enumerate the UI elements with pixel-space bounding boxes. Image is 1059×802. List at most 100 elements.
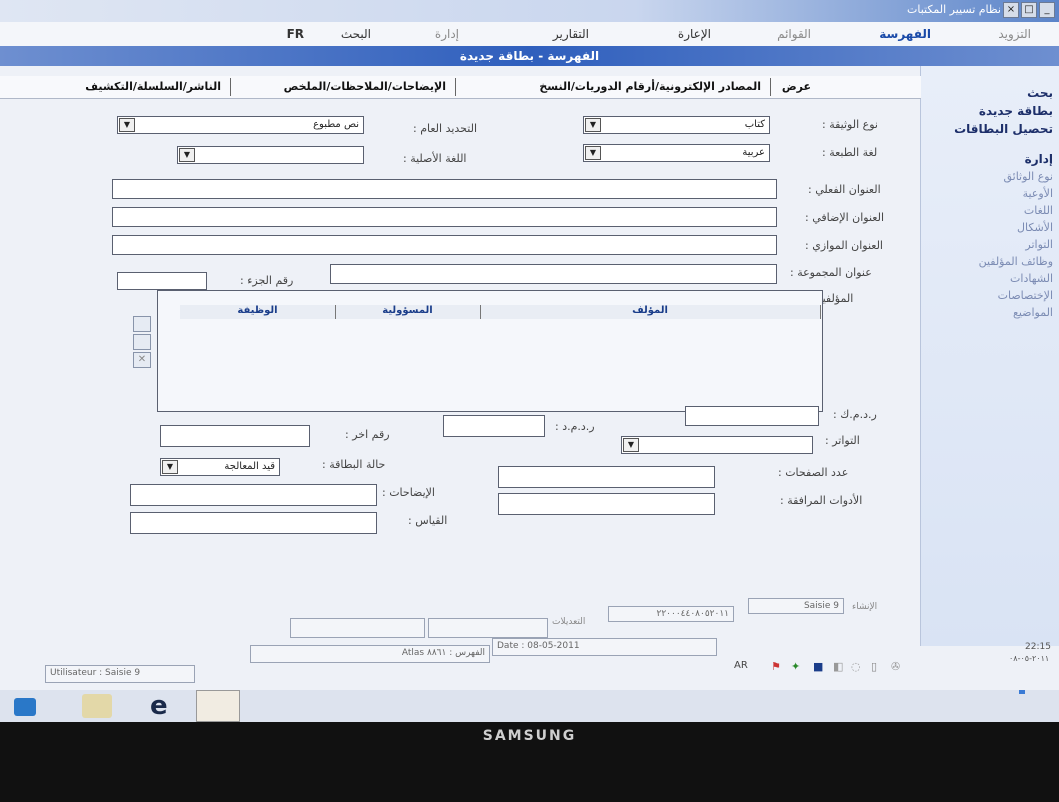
- clock-time: 22:15: [1025, 642, 1051, 652]
- taskbar: e: [0, 690, 1059, 722]
- orig-lang-label: اللغة الأصلية :: [403, 152, 467, 165]
- menu-lists[interactable]: القوائم: [777, 27, 811, 41]
- tab-notes[interactable]: الإيضاحات/الملاحظات/الملخص: [284, 80, 446, 93]
- doc-type-label: نوع الوثيقة :: [822, 118, 878, 131]
- power-led: [1019, 690, 1025, 694]
- volume-icon[interactable]: ◧: [833, 660, 843, 673]
- accompanying-input[interactable]: [498, 493, 715, 515]
- sidebar-item-specialties[interactable]: الإختصاصات: [921, 287, 1059, 304]
- sidebar-new-card[interactable]: بطاقة جديدة: [921, 102, 1059, 120]
- edition-lang-label: لغة الطبعة :: [822, 146, 878, 159]
- menu-search[interactable]: البحث: [341, 27, 371, 41]
- sidebar-item-containers[interactable]: الأوعية: [921, 185, 1059, 202]
- delete-row-icon[interactable]: ✕: [133, 352, 151, 368]
- rdmk-input[interactable]: [685, 406, 819, 426]
- chevron-down-icon[interactable]: ▼: [119, 118, 135, 132]
- part-number-input[interactable]: [117, 272, 207, 290]
- chevron-down-icon[interactable]: ▼: [623, 438, 639, 452]
- illustrations-input[interactable]: [130, 484, 377, 506]
- grid-header-author[interactable]: المؤلف: [480, 305, 821, 319]
- status-field: [290, 618, 425, 638]
- collection-title-label: عنوان المجموعة :: [790, 266, 872, 279]
- menu-lending[interactable]: الإعارة: [678, 27, 711, 41]
- maximize-icon[interactable]: □: [1021, 2, 1037, 18]
- menu-admin[interactable]: إدارة: [435, 27, 459, 41]
- sidebar-item-languages[interactable]: اللغات: [921, 202, 1059, 219]
- pages-label: عدد الصفحات :: [778, 466, 849, 479]
- measures-input[interactable]: [130, 512, 377, 534]
- created-user: Saisie 9: [748, 598, 844, 614]
- illustrations-label: الإيضاحات :: [382, 486, 435, 499]
- browser-icon[interactable]: e: [150, 692, 168, 720]
- sidebar-admin[interactable]: إدارة: [921, 150, 1059, 168]
- menu-supply[interactable]: التزويد: [998, 27, 1031, 41]
- card-state-label: حالة البطاقة :: [322, 458, 386, 471]
- sidebar-item-doc-types[interactable]: نوع الوثائق: [921, 168, 1059, 185]
- parallel-title-input[interactable]: [112, 235, 777, 255]
- window-title: نظام تسيير المكتبات: [906, 3, 1001, 16]
- record-code: ٢٢٠٠٠٤٤٠٨٠٥٢٠١١: [608, 606, 734, 622]
- extra-title-input[interactable]: [112, 207, 777, 227]
- rdmd-label: ر.د.م.د :: [555, 420, 595, 433]
- doc-type-select[interactable]: كتاب ▼: [583, 116, 770, 134]
- pages-input[interactable]: [498, 466, 715, 488]
- grid-header-responsibility[interactable]: المسؤولية: [335, 305, 481, 319]
- tab-publisher[interactable]: الناشر/السلسلة/التكشيف: [85, 80, 221, 93]
- sidebar-item-forms[interactable]: الأشكال: [921, 219, 1059, 236]
- card-state-select[interactable]: قيد المعالجة ▼: [160, 458, 280, 476]
- security-icon[interactable]: ■: [813, 660, 823, 673]
- date-display: Date : 08-05-2011: [492, 638, 717, 656]
- actual-title-input[interactable]: [112, 179, 777, 199]
- system-tray: AR ⚑ ✦ ■ ◧ ◌ ▯ ✇ 22:15 ٢٠١١-٠٥-٠٨: [709, 640, 1059, 673]
- authors-grid[interactable]: المؤلف المسؤولية الوظيفة: [157, 290, 823, 412]
- edition-lang-select[interactable]: عربية ▼: [583, 144, 770, 162]
- general-select[interactable]: نص مطبوع ▼: [117, 116, 364, 134]
- chevron-down-icon[interactable]: ▼: [585, 118, 601, 132]
- created-label: الإنشاء: [852, 602, 878, 612]
- add-row-icon[interactable]: [133, 316, 151, 332]
- sidebar-item-subjects[interactable]: المواضيع: [921, 304, 1059, 321]
- menu-reports[interactable]: التقارير: [553, 27, 589, 41]
- menu-catalog[interactable]: الفهرسة: [879, 27, 931, 41]
- rdmd-input[interactable]: [443, 415, 545, 437]
- sidebar-collect-cards[interactable]: تحصيل البطاقات: [921, 120, 1059, 138]
- collection-title-input[interactable]: [330, 264, 777, 284]
- close-icon[interactable]: ×: [1003, 2, 1019, 18]
- sidebar-item-author-roles[interactable]: وظائف المؤلفين: [921, 253, 1059, 270]
- folder-icon[interactable]: [82, 694, 112, 718]
- menu-language[interactable]: FR: [287, 27, 304, 41]
- network-icon[interactable]: ✦: [791, 660, 800, 673]
- sidebar-item-frequency[interactable]: التواتر: [921, 236, 1059, 253]
- library-app-icon[interactable]: [196, 690, 240, 722]
- modified-label: التعديلات: [552, 617, 586, 627]
- battery-icon[interactable]: ▯: [871, 660, 877, 673]
- tab-separator: [230, 78, 231, 96]
- extra-title-label: العنوان الإضافي :: [805, 211, 884, 224]
- rdmk-label: ر.د.م.ك :: [833, 408, 877, 421]
- update-icon[interactable]: ◌: [851, 660, 861, 673]
- chevron-down-icon[interactable]: ▼: [162, 460, 178, 474]
- grid-header-role[interactable]: الوظيفة: [180, 305, 336, 319]
- flag-icon[interactable]: ⚑: [771, 660, 781, 673]
- edit-row-icon[interactable]: [133, 334, 151, 350]
- other-number-label: رقم اخر :: [345, 428, 390, 441]
- monitor-brand: SAMSUNG: [482, 728, 577, 744]
- tab-sources[interactable]: المصادر الإلكترونية/أرقام الدوريات/النسخ: [539, 80, 761, 93]
- orig-lang-select[interactable]: ▼: [177, 146, 364, 164]
- other-number-input[interactable]: [160, 425, 310, 447]
- tab-separator: [455, 78, 456, 96]
- form-title: الفهرسة - بطاقة جديدة: [0, 46, 1059, 66]
- frequency-select[interactable]: ▼: [621, 436, 813, 454]
- start-button-icon[interactable]: [14, 698, 36, 716]
- catalog-display: الفهرس : ٨٨٦١ Atlas: [250, 645, 490, 663]
- chevron-down-icon[interactable]: ▼: [179, 148, 195, 162]
- input-language[interactable]: AR: [734, 660, 748, 671]
- tab-view[interactable]: عرض: [782, 80, 811, 93]
- sidebar-item-degrees[interactable]: الشهادات: [921, 270, 1059, 287]
- chevron-down-icon[interactable]: ▼: [585, 146, 601, 160]
- sidebar-search[interactable]: بحث: [921, 84, 1059, 102]
- minimize-icon[interactable]: _: [1039, 2, 1055, 18]
- application-screen: نظام تسيير المكتبات × □ _ التزويد الفهرس…: [0, 0, 1059, 722]
- device-icon[interactable]: ✇: [891, 660, 900, 673]
- edition-lang-value: عربية: [742, 147, 765, 158]
